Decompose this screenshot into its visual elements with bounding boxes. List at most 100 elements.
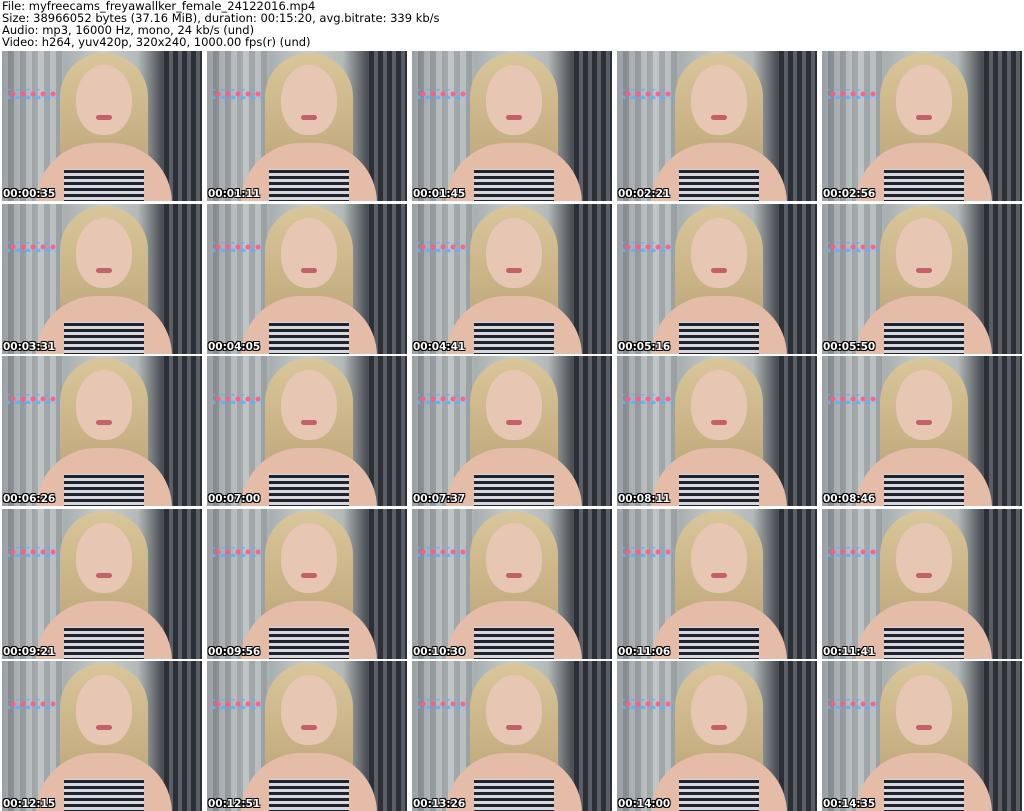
person-lips bbox=[506, 725, 522, 730]
person-face bbox=[76, 522, 132, 593]
curtain-right-decor bbox=[779, 203, 817, 354]
striped-top bbox=[884, 779, 964, 811]
video-thumbnail: 00:05:16 bbox=[617, 203, 817, 354]
person-lips bbox=[96, 420, 112, 425]
string-lights-decor bbox=[213, 546, 263, 557]
person-lips bbox=[301, 572, 317, 578]
striped-top bbox=[64, 626, 144, 659]
video-thumbnail: 00:01:11 bbox=[207, 51, 407, 201]
string-lights-decor bbox=[213, 241, 263, 252]
person-lips bbox=[506, 572, 522, 578]
curtain-right-decor bbox=[574, 51, 612, 201]
string-lights-decor bbox=[418, 699, 468, 709]
thumbnail-timestamp: 00:10:30 bbox=[413, 645, 466, 658]
person-face bbox=[691, 522, 747, 593]
video-thumbnail: 00:02:21 bbox=[617, 51, 817, 201]
person-lips bbox=[711, 267, 727, 273]
curtain-right-decor bbox=[164, 203, 202, 354]
person-lips bbox=[301, 267, 317, 273]
video-thumbnail: 00:04:05 bbox=[207, 203, 407, 354]
curtain-right-decor bbox=[369, 356, 407, 506]
string-lights-decor bbox=[623, 394, 673, 404]
string-lights-decor bbox=[8, 546, 58, 557]
person-lips bbox=[506, 420, 522, 425]
video-thumbnail: 00:12:15 bbox=[2, 661, 202, 811]
video-thumbnail: 00:11:06 bbox=[617, 508, 817, 659]
person-lips bbox=[711, 725, 727, 730]
person-lips bbox=[916, 115, 932, 120]
thumbnail-timestamp: 00:13:26 bbox=[413, 798, 466, 810]
person-lips bbox=[916, 420, 932, 425]
string-lights-decor bbox=[828, 699, 878, 709]
thumbnail-timestamp: 00:07:37 bbox=[413, 493, 466, 505]
striped-top bbox=[474, 779, 554, 811]
video-thumbnail: 00:07:00 bbox=[207, 356, 407, 506]
string-lights-decor bbox=[828, 89, 878, 99]
thumbnail-timestamp: 00:08:11 bbox=[618, 493, 671, 505]
curtain-right-decor bbox=[369, 51, 407, 201]
striped-top bbox=[884, 321, 964, 354]
video-thumbnail: 00:14:00 bbox=[617, 661, 817, 811]
string-lights-decor bbox=[213, 699, 263, 709]
thumbnail-timestamp: 00:02:21 bbox=[618, 188, 671, 200]
person-face bbox=[691, 370, 747, 440]
string-lights-decor bbox=[828, 546, 878, 557]
striped-top bbox=[474, 474, 554, 506]
thumbnail-timestamp: 00:03:31 bbox=[3, 340, 56, 353]
string-lights-decor bbox=[623, 699, 673, 709]
striped-top bbox=[679, 779, 759, 811]
curtain-right-decor bbox=[164, 661, 202, 811]
person-face bbox=[896, 65, 952, 135]
video-thumbnail: 00:07:37 bbox=[412, 356, 612, 506]
striped-top bbox=[474, 626, 554, 659]
string-lights-decor bbox=[213, 89, 263, 99]
thumbnail-timestamp: 00:14:00 bbox=[618, 798, 671, 810]
striped-top bbox=[269, 626, 349, 659]
curtain-right-decor bbox=[574, 508, 612, 659]
striped-top bbox=[269, 169, 349, 201]
person-lips bbox=[506, 267, 522, 273]
person-lips bbox=[96, 115, 112, 120]
curtain-right-decor bbox=[369, 508, 407, 659]
person-lips bbox=[96, 725, 112, 730]
string-lights-decor bbox=[418, 241, 468, 252]
person-face bbox=[486, 675, 542, 745]
curtain-right-decor bbox=[984, 356, 1022, 506]
thumbnail-timestamp: 00:12:51 bbox=[208, 798, 261, 810]
string-lights-decor bbox=[623, 546, 673, 557]
thumbnail-timestamp: 00:01:11 bbox=[208, 188, 261, 200]
thumbnail-timestamp: 00:09:56 bbox=[208, 645, 261, 658]
string-lights-decor bbox=[623, 89, 673, 99]
curtain-right-decor bbox=[984, 508, 1022, 659]
striped-top bbox=[64, 779, 144, 811]
thumbnail-timestamp: 00:08:46 bbox=[823, 493, 876, 505]
thumbnail-timestamp: 00:05:50 bbox=[823, 340, 876, 353]
person-lips bbox=[711, 420, 727, 425]
curtain-right-decor bbox=[164, 356, 202, 506]
video-thumbnail: 00:00:35 bbox=[2, 51, 202, 201]
person-face bbox=[76, 65, 132, 135]
person-face bbox=[486, 65, 542, 135]
person-face bbox=[76, 370, 132, 440]
file-info-header: File: myfreecams_freyawallker_female_241… bbox=[2, 0, 1022, 50]
person-lips bbox=[916, 572, 932, 578]
curtain-right-decor bbox=[369, 661, 407, 811]
video-info-line: Video: h264, yuv420p, 320x240, 1000.00 f… bbox=[2, 35, 311, 49]
person-face bbox=[896, 217, 952, 288]
video-thumbnail: 00:05:50 bbox=[822, 203, 1022, 354]
striped-top bbox=[64, 169, 144, 201]
curtain-right-decor bbox=[984, 51, 1022, 201]
video-thumbnail: 00:02:56 bbox=[822, 51, 1022, 201]
thumbnail-timestamp: 00:09:21 bbox=[3, 645, 56, 658]
person-lips bbox=[711, 115, 727, 120]
person-lips bbox=[96, 572, 112, 578]
curtain-right-decor bbox=[369, 203, 407, 354]
striped-top bbox=[679, 626, 759, 659]
person-face bbox=[281, 522, 337, 593]
string-lights-decor bbox=[213, 394, 263, 404]
string-lights-decor bbox=[828, 241, 878, 252]
curtain-right-decor bbox=[984, 203, 1022, 354]
person-lips bbox=[916, 725, 932, 730]
striped-top bbox=[64, 474, 144, 506]
video-thumbnail: 00:04:41 bbox=[412, 203, 612, 354]
